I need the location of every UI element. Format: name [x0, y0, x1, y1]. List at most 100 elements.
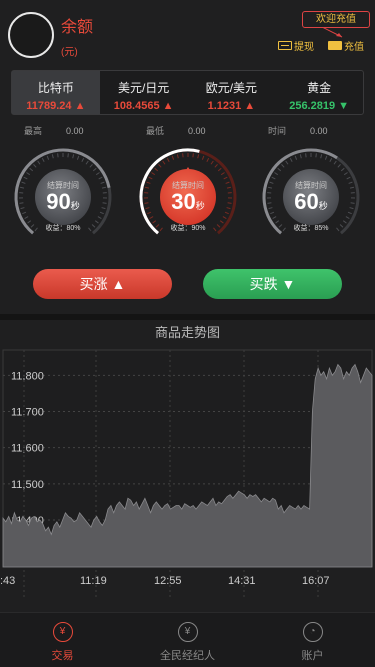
dial-tick [95, 172, 100, 176]
section-divider [0, 314, 375, 320]
dial-tick [271, 176, 276, 180]
tab-name: 欧元/美元 [205, 81, 258, 95]
dial-tick [324, 155, 328, 160]
dial-tick [51, 154, 54, 159]
dial-tick [210, 160, 214, 165]
money-bag-icon: ¥ [177, 622, 198, 642]
dial-tick [85, 160, 89, 165]
yen-icon: ¥ [52, 622, 73, 642]
user-icon: ◔ [302, 622, 323, 642]
avatar[interactable] [8, 12, 54, 58]
recharge-link[interactable]: 充值 [328, 38, 364, 53]
dial-tick [320, 154, 323, 159]
tab-name: 黄金 [307, 81, 332, 95]
dial-tick [92, 167, 97, 172]
x-tick-label: 14:31 [228, 575, 256, 587]
dial-tick [76, 155, 80, 160]
nav-label: 账户 [301, 650, 324, 662]
stat-high-label: 最高 [24, 126, 43, 136]
product-tabs: 比特币 11789.24 ▲ 美元/日元 108.4565 ▲ 欧元/美元 1.… [11, 70, 364, 115]
dial-seconds: 60秒 [261, 189, 361, 215]
tab-price: 11789.24 ▲ [26, 100, 86, 112]
dial-tick [274, 172, 279, 176]
dial-tick [33, 164, 37, 168]
tab-price: 256.2819 ▼ [289, 100, 350, 112]
dial-tick [72, 154, 75, 159]
x-tick-label: 12:55 [154, 575, 182, 587]
dial-tick [277, 167, 282, 172]
dial-unit: 秒 [195, 201, 205, 211]
dial-tick [217, 167, 222, 172]
nav-account[interactable]: ◔ 账户 [250, 613, 375, 667]
tab-eur-usd[interactable]: 欧元/美元 1.1231 ▲ [188, 71, 276, 114]
dial-tick [176, 154, 179, 159]
dial-seconds-value: 60 [294, 189, 319, 214]
settle-dial-60[interactable]: 结算时间 60秒 收益：85% [261, 147, 361, 247]
dial-seconds: 90秒 [13, 189, 113, 215]
dial-tick [24, 216, 29, 219]
tab-usd-jpy[interactable]: 美元/日元 108.4565 ▲ [100, 71, 188, 114]
dial-tick [223, 176, 228, 180]
stat-low-value: 0.00 [188, 126, 206, 136]
dial-tick [201, 155, 205, 160]
x-tick-label: :43 [0, 575, 15, 587]
y-tick-label: 11,500 [11, 479, 44, 491]
dial-tick [345, 216, 350, 219]
dial-profit: 收益：90% [170, 225, 206, 232]
buy-up-button[interactable]: 买涨 ▲ [33, 269, 172, 299]
buy-down-button[interactable]: 买跌 ▼ [203, 269, 342, 299]
nav-trade[interactable]: ¥ 交易 [0, 613, 125, 667]
dial-tick [29, 167, 34, 172]
nav-agent[interactable]: ¥ 全民经纪人 [125, 613, 250, 667]
dial-tick [289, 157, 293, 162]
dial-seconds-value: 30 [171, 189, 196, 214]
dial-tick [346, 176, 351, 180]
dial-tick [89, 164, 93, 168]
tab-gold[interactable]: 黄金 256.2819 ▼ [275, 71, 363, 114]
tab-bitcoin[interactable]: 比特币 11789.24 ▲ [12, 71, 100, 114]
y-tick-label: 11,800 [11, 370, 44, 382]
stat-time-label: 时间 [268, 126, 287, 136]
dial-tick [222, 216, 227, 219]
dial-tick [206, 157, 210, 162]
dial-tick [214, 164, 218, 168]
welcome-recharge-button[interactable]: 欢迎充值 [302, 11, 370, 28]
dial-tick [272, 216, 277, 219]
dial-tick [333, 160, 337, 165]
dial-tick [197, 154, 200, 159]
dial-tick [23, 176, 28, 180]
dial-profit: 收益：80% [45, 225, 81, 232]
tab-name: 比特币 [37, 81, 74, 95]
dial-tick [340, 167, 345, 172]
chart-title: 商品走势图 [154, 325, 220, 340]
dial-tick [337, 164, 341, 168]
dial-tick [37, 160, 41, 165]
dial-tick [299, 154, 302, 159]
balance-label: 余额 [61, 19, 94, 36]
dial-tick [343, 172, 348, 176]
dial-tick [98, 176, 103, 180]
dial-tick [220, 172, 225, 176]
dial-seconds-value: 90 [46, 189, 71, 214]
dial-tick [97, 216, 102, 219]
dial-tick [294, 155, 298, 160]
dial-tick [158, 164, 162, 168]
dial-unit: 秒 [70, 201, 80, 211]
price-trend-chart[interactable]: 11,30011,40011,50011,60011,70011,800:431… [0, 345, 375, 597]
dial-tick [151, 172, 156, 176]
dial-tick [149, 216, 154, 219]
stat-time: 时间 0.00 [268, 124, 328, 137]
dial-tick [46, 155, 50, 160]
withdraw-link[interactable]: 提现 [278, 38, 314, 53]
dial-seconds: 30秒 [138, 189, 238, 215]
wallet-icon [328, 41, 342, 50]
dial-tick [329, 157, 333, 162]
settle-dial-90[interactable]: 结算时间 90秒 收益：80% [13, 147, 113, 247]
stat-high-value: 0.00 [66, 126, 84, 136]
withdraw-label: 提现 [294, 42, 314, 53]
nav-label: 交易 [51, 650, 74, 662]
balance-unit: (元) [61, 47, 78, 58]
dial-tick [154, 167, 159, 172]
settle-dial-30[interactable]: 结算时间 30秒 收益：90% [138, 147, 238, 247]
tab-price: 1.1231 ▲ [207, 100, 256, 112]
